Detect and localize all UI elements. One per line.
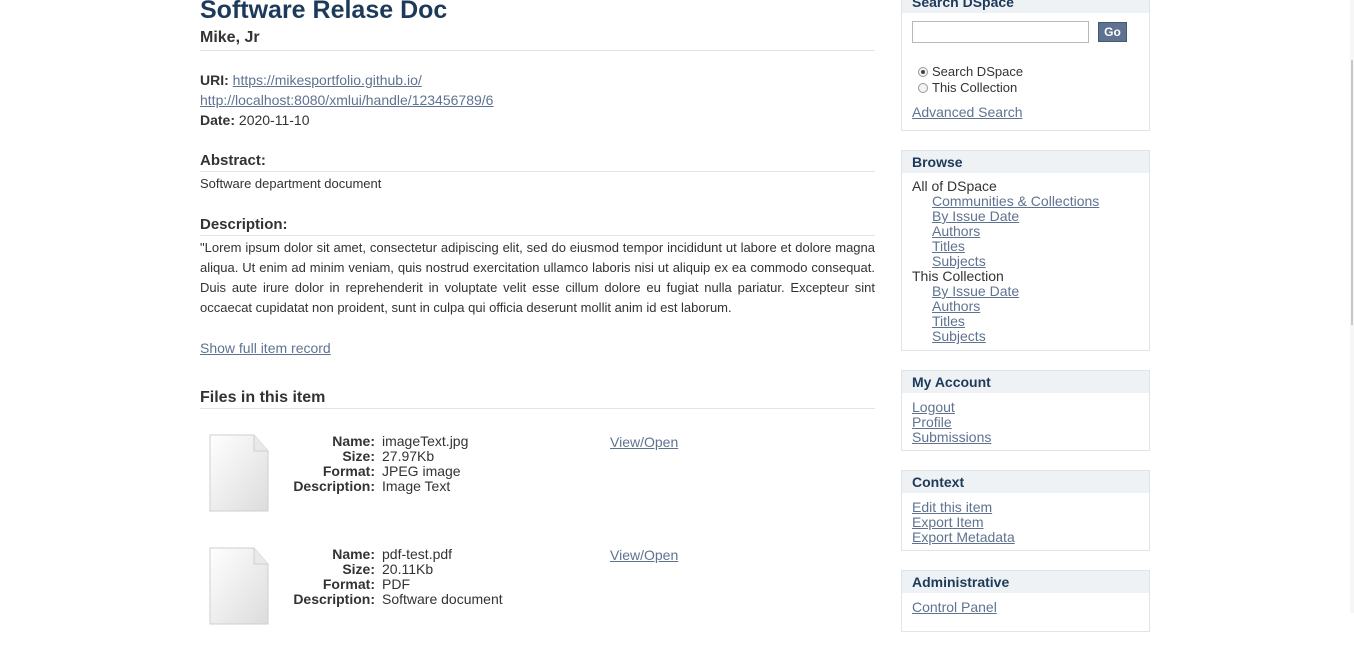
browse-authors-link[interactable]: Authors bbox=[932, 224, 1139, 239]
file-description-label: Description: bbox=[293, 478, 375, 494]
show-full-record-link[interactable]: Show full item record bbox=[200, 340, 331, 356]
item-author: Mike, Jr bbox=[200, 29, 260, 46]
file-size: 20.11Kb bbox=[382, 561, 434, 577]
account-heading: My Account bbox=[902, 371, 1149, 393]
search-input[interactable] bbox=[912, 21, 1089, 43]
administrative-panel: Administrative Control Panel bbox=[901, 570, 1150, 632]
description-heading: Description: bbox=[200, 216, 288, 233]
file-name: imageText.jpg bbox=[382, 433, 469, 449]
logout-link[interactable]: Logout bbox=[912, 400, 1139, 415]
file-description: Image Text bbox=[382, 478, 451, 494]
file-format-label: Format: bbox=[322, 463, 375, 479]
collection-subjects-link[interactable]: Subjects bbox=[932, 329, 1139, 344]
description-text: "Lorem ipsum dolor sit amet, consectetur… bbox=[200, 240, 875, 315]
file-entry: Name: imageText.jpg Size: 27.97Kb Format… bbox=[200, 433, 875, 543]
file-name: pdf-test.pdf bbox=[382, 546, 453, 562]
browse-issue-date-link[interactable]: By Issue Date bbox=[932, 209, 1139, 224]
divider bbox=[200, 235, 875, 236]
divider bbox=[200, 408, 875, 409]
view-open-link[interactable]: View/Open bbox=[610, 547, 678, 563]
administrative-heading: Administrative bbox=[902, 571, 1149, 593]
browse-communities-link[interactable]: Communities & Collections bbox=[932, 194, 1139, 209]
browse-collection-label: This Collection bbox=[912, 268, 1004, 284]
scrollbar-thumb[interactable] bbox=[1351, 60, 1353, 325]
collection-titles-link[interactable]: Titles bbox=[932, 314, 1139, 329]
search-heading: Search DSpace bbox=[902, 0, 1149, 13]
abstract-text: Software department document bbox=[200, 176, 382, 191]
uri-field: URI: https://mikesportfolio.github.io/ bbox=[200, 70, 422, 90]
browse-all-label: All of DSpace bbox=[912, 178, 997, 194]
abstract-heading: Abstract: bbox=[200, 152, 266, 169]
file-format: PDF bbox=[382, 576, 410, 592]
browse-panel: Browse All of DSpace Communities & Colle… bbox=[901, 150, 1150, 351]
date-label: Date: bbox=[200, 112, 236, 128]
browse-heading: Browse bbox=[902, 151, 1149, 173]
collection-issue-date-link[interactable]: By Issue Date bbox=[932, 284, 1139, 299]
browse-titles-link[interactable]: Titles bbox=[932, 239, 1139, 254]
radio-icon[interactable] bbox=[918, 83, 928, 93]
divider bbox=[200, 171, 875, 172]
uri-label: URI: bbox=[200, 72, 229, 88]
scope-option-collection[interactable]: This Collection bbox=[918, 80, 1017, 96]
file-format-label: Format: bbox=[322, 576, 375, 592]
uri-field-2: http://localhost:8080/xmlui/handle/12345… bbox=[200, 90, 493, 110]
divider bbox=[200, 50, 875, 51]
file-description: Software document bbox=[382, 591, 503, 607]
profile-link[interactable]: Profile bbox=[912, 415, 1139, 430]
advanced-search-link[interactable]: Advanced Search bbox=[912, 104, 1023, 120]
date-field: Date: 2020-11-10 bbox=[200, 110, 309, 130]
edit-item-link[interactable]: Edit this item bbox=[912, 500, 1139, 515]
scope-label: This Collection bbox=[932, 80, 1018, 95]
file-size-label: Size: bbox=[342, 448, 375, 464]
browse-subjects-link[interactable]: Subjects bbox=[932, 254, 1139, 269]
file-description-label: Description: bbox=[293, 591, 375, 607]
go-button[interactable]: Go bbox=[1098, 22, 1127, 42]
file-size-label: Size: bbox=[342, 561, 375, 577]
date-value: 2020-11-10 bbox=[238, 112, 310, 128]
account-panel: My Account Logout Profile Submissions bbox=[901, 370, 1150, 451]
uri-link-1[interactable]: https://mikesportfolio.github.io/ bbox=[233, 72, 422, 88]
page-title: Software Relase Doc bbox=[200, 0, 448, 24]
export-item-link[interactable]: Export Item bbox=[912, 515, 1139, 530]
submissions-link[interactable]: Submissions bbox=[912, 430, 1139, 445]
export-metadata-link[interactable]: Export Metadata bbox=[912, 530, 1139, 545]
file-name-label: Name: bbox=[332, 546, 375, 562]
scrollbar[interactable] bbox=[1350, 0, 1354, 613]
search-panel: Search DSpace Go Search DSpace This Coll… bbox=[901, 0, 1150, 131]
collection-authors-link[interactable]: Authors bbox=[932, 299, 1139, 314]
context-panel: Context Edit this item Export Item Expor… bbox=[901, 470, 1150, 551]
uri-link-2[interactable]: http://localhost:8080/xmlui/handle/12345… bbox=[200, 92, 493, 108]
radio-selected-icon[interactable] bbox=[918, 67, 928, 77]
file-name-label: Name: bbox=[332, 433, 375, 449]
scope-option-dspace[interactable]: Search DSpace bbox=[918, 64, 1023, 80]
scope-label: Search DSpace bbox=[932, 64, 1024, 79]
view-open-link[interactable]: View/Open bbox=[610, 434, 678, 450]
file-size: 27.97Kb bbox=[382, 448, 435, 464]
context-heading: Context bbox=[902, 471, 1149, 493]
file-entry: Name: pdf-test.pdf Size: 20.11Kb Format:… bbox=[200, 546, 875, 656]
files-heading: Files in this item bbox=[200, 389, 326, 406]
file-format: JPEG image bbox=[382, 463, 461, 479]
